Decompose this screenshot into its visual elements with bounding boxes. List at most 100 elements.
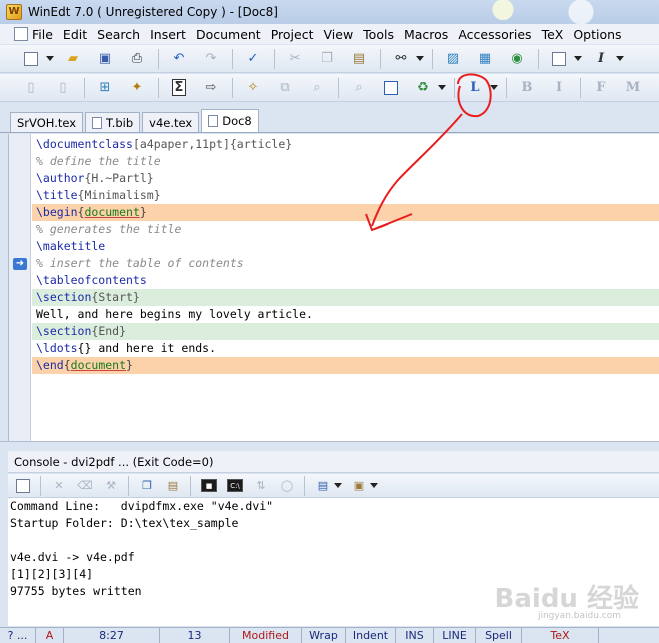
macro-button[interactable]: ✦ [126, 77, 148, 99]
console-line: Command Line: dvipdfmx.exe "v4e.dvi" [10, 499, 274, 513]
console-output-dropdown-icon[interactable] [334, 483, 342, 488]
bold-button[interactable]: B [516, 77, 538, 99]
console-terminal-button[interactable]: ■ [200, 477, 218, 495]
tab-tbib[interactable]: T.bib [85, 112, 141, 132]
zoom-button[interactable]: ⌕ [306, 77, 328, 99]
tab-doc8[interactable]: Doc8 [201, 109, 259, 132]
snippet-button[interactable]: ✧ [242, 77, 264, 99]
editor-line-current[interactable]: \end{document} [32, 357, 659, 374]
menu-search[interactable]: Search [97, 27, 140, 42]
editor-pane[interactable]: ➜ \documentclass[a4paper,11pt]{article} … [8, 134, 659, 441]
bin-dropdown-icon[interactable] [438, 85, 446, 90]
collapse-button[interactable]: ▯ [20, 77, 42, 99]
find-button[interactable]: ⚯ [390, 48, 412, 70]
editor-line[interactable]: \author{H.~Partl} [32, 170, 659, 187]
console-paste-button[interactable]: ▤ [164, 477, 182, 495]
open-button[interactable]: ▰ [62, 48, 84, 70]
tab-v4e[interactable]: v4e.tex [142, 112, 200, 132]
menu-tex[interactable]: TeX [542, 27, 564, 42]
status-spell[interactable]: Spell [476, 627, 522, 643]
menu-document[interactable]: Document [196, 27, 261, 42]
new-file-button[interactable] [20, 48, 42, 70]
latex-button[interactable]: L [464, 77, 486, 99]
console-clear-button[interactable]: ⌫ [76, 477, 94, 495]
italic-style-button[interactable]: I [590, 48, 612, 70]
pane-splitter[interactable] [0, 441, 659, 451]
editor-line[interactable]: % insert the table of contents [32, 255, 659, 272]
document-dropdown-icon[interactable] [574, 56, 582, 61]
console-close-button[interactable]: ✕ [50, 477, 68, 495]
cut-button[interactable]: ✂ [284, 48, 306, 70]
status-tex[interactable]: TeX [522, 627, 599, 643]
latex-dropdown-icon[interactable] [490, 85, 498, 90]
save-button[interactable]: ▣ [94, 48, 116, 70]
status-indent[interactable]: Indent [346, 627, 396, 643]
console-options-button[interactable]: ▣ [350, 477, 368, 495]
console-run-button[interactable]: ⇅ [252, 477, 270, 495]
editor-line[interactable]: % generates the title [32, 221, 659, 238]
console-stop-button[interactable]: ◯ [278, 477, 296, 495]
window-button[interactable] [380, 77, 402, 99]
compare-button[interactable]: ⧉ [274, 77, 296, 99]
winedt-app-icon[interactable]: W [6, 4, 22, 20]
console-output-button[interactable]: ▤ [314, 477, 332, 495]
find-dropdown-icon[interactable] [416, 56, 424, 61]
bookmark-arrow-icon[interactable]: ➜ [13, 258, 27, 270]
status-ins[interactable]: INS [396, 627, 434, 643]
image-button[interactable]: ▨ [442, 48, 464, 70]
menu-tools[interactable]: Tools [363, 27, 394, 42]
redo-button[interactable]: ↷ [200, 48, 222, 70]
status-line-mode[interactable]: LINE [434, 627, 476, 643]
sum-button[interactable]: Σ [168, 77, 190, 99]
status-wrap[interactable]: Wrap [302, 627, 346, 643]
search-tool-button[interactable]: ⌕ [348, 77, 370, 99]
menu-macros[interactable]: Macros [404, 27, 448, 42]
console-cmd-button[interactable]: C:\ [226, 477, 244, 495]
italic-button[interactable]: I [548, 77, 570, 99]
menu-view[interactable]: View [324, 27, 354, 42]
bin-button[interactable]: ♻ [412, 77, 434, 99]
insert-button[interactable]: ⇨ [200, 77, 222, 99]
status-help[interactable]: ? ... [0, 627, 36, 643]
editor-line[interactable]: Well, and here begins my lovely article. [32, 306, 659, 323]
editor-line[interactable]: % define the title [32, 153, 659, 170]
expand-button[interactable]: ▯ [52, 77, 74, 99]
tree-button[interactable]: ⊞ [94, 77, 116, 99]
editor-line-current[interactable]: \begin{document} [32, 204, 659, 221]
editor-line-section[interactable]: \section{Start} [32, 289, 659, 306]
paste-button[interactable]: ▤ [348, 48, 370, 70]
menu-insert[interactable]: Insert [150, 27, 186, 42]
editor-line[interactable]: \maketitle [32, 238, 659, 255]
status-lines[interactable]: 13 [160, 627, 230, 643]
editor-line[interactable]: \tableofcontents [32, 272, 659, 289]
editor-gutter[interactable]: ➜ [9, 134, 31, 441]
editor-line[interactable]: \documentclass[a4paper,11pt]{article} [32, 136, 659, 153]
console-settings-button[interactable]: ⚒ [102, 477, 120, 495]
spell-check-button[interactable]: ✓ [242, 48, 264, 70]
menu-edit[interactable]: Edit [63, 27, 87, 42]
menu-project[interactable]: Project [271, 27, 314, 42]
menu-accessories[interactable]: Accessories [458, 27, 531, 42]
italic-dropdown-icon[interactable] [616, 56, 624, 61]
font-button[interactable]: F [590, 77, 612, 99]
print-button[interactable]: ⎙ [126, 48, 148, 70]
undo-button[interactable]: ↶ [168, 48, 190, 70]
math-button[interactable]: M [622, 77, 644, 99]
editor-line[interactable]: \title{Minimalism} [32, 187, 659, 204]
editor-line[interactable]: \ldots{} and here it ends. [32, 340, 659, 357]
status-position[interactable]: 8:27 [64, 627, 160, 643]
console-copy-button[interactable]: ❐ [138, 477, 156, 495]
status-mode[interactable]: A [36, 627, 64, 643]
editor-line-section[interactable]: \section{End} [32, 323, 659, 340]
console-options-dropdown-icon[interactable] [370, 483, 378, 488]
document-button[interactable] [548, 48, 570, 70]
table-button[interactable]: ▦ [474, 48, 496, 70]
tab-srvoh[interactable]: SrVOH.tex [10, 112, 84, 132]
menu-options[interactable]: Options [573, 27, 621, 42]
status-modified[interactable]: Modified [230, 627, 302, 643]
new-file-dropdown-icon[interactable] [46, 56, 54, 61]
web-button[interactable]: ◉ [506, 48, 528, 70]
copy-button[interactable]: ❐ [316, 48, 338, 70]
console-window-button[interactable] [14, 477, 32, 495]
menu-file[interactable]: File [14, 27, 53, 42]
